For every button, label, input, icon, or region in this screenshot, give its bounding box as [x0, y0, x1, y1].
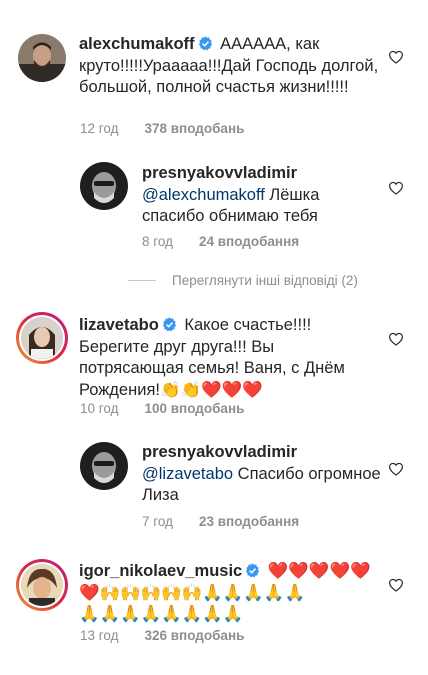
avatar-presnyakovvladimir[interactable] [80, 162, 128, 210]
comment-time: 13 год [80, 628, 119, 643]
comment-likes[interactable]: 100 вподобань [144, 401, 244, 416]
comment-meta: 10 год 100 вподобань [80, 401, 244, 416]
reply-mention[interactable]: @alexchumakoff [142, 186, 265, 204]
avatar-image [21, 564, 63, 606]
like-heart-icon[interactable] [388, 462, 404, 476]
like-heart-icon[interactable] [388, 332, 404, 346]
like-heart-icon[interactable] [388, 181, 404, 195]
comment-igor_nikolaev_music: igor_nikolaev_music ❤️❤️❤️❤️❤️ ❤️🙌🙌🙌🙌🙌🙏🙏… [79, 561, 389, 626]
avatar-image [21, 317, 63, 359]
comment-alexchumakoff: alexchumakoff АААААА, как круто!!!!!Ураа… [79, 34, 379, 99]
reply-username[interactable]: presnyakovvladimir [142, 443, 297, 461]
comment-username[interactable]: alexchumakoff [79, 35, 195, 53]
comment-emoji-line-1: ❤️❤️❤️❤️❤️ [267, 562, 371, 580]
divider-line [128, 280, 156, 281]
reply-meta: 8 год 24 вподобання [142, 234, 299, 249]
avatar-lizavetabo [21, 317, 63, 359]
comment-username[interactable]: lizavetabo [79, 316, 159, 334]
avatar-alexchumakoff[interactable] [18, 34, 66, 82]
avatar-image [80, 162, 128, 210]
reply-time: 8 год [142, 234, 173, 249]
view-more-replies[interactable]: Переглянути інші відповіді (2) [128, 273, 358, 288]
reply-presnyakovvladimir: presnyakovvladimir @alexchumakoff Лёшка … [142, 163, 382, 228]
verified-badge-icon [198, 36, 213, 51]
reply-username[interactable]: presnyakovvladimir [142, 164, 297, 182]
avatar-igor_nikolaev_music [21, 564, 63, 606]
reply-likes[interactable]: 24 вподобання [199, 234, 299, 249]
reply-time: 7 год [142, 514, 173, 529]
avatar-image [80, 442, 128, 490]
reply-presnyakovvladimir: presnyakovvladimir @lizavetabo Спасибо о… [142, 442, 382, 507]
like-heart-icon[interactable] [388, 578, 404, 592]
view-more-replies-label[interactable]: Переглянути інші відповіді (2) [172, 273, 358, 288]
comment-emoji-line-3: 🙏🙏🙏🙏🙏🙏🙏🙏 [79, 605, 244, 623]
comment-lizavetabo: lizavetabo Какое счастье!!!! Берегите др… [79, 315, 379, 401]
reply-meta: 7 год 23 вподобання [142, 514, 299, 529]
comment-time: 10 год [80, 401, 119, 416]
like-heart-icon[interactable] [388, 50, 404, 64]
comment-likes[interactable]: 378 вподобань [144, 121, 244, 136]
comment-emoji-line-2: ❤️🙌🙌🙌🙌🙌🙏🙏🙏🙏🙏 [79, 583, 305, 602]
comment-emoji: 👏👏❤️❤️❤️ [159, 380, 263, 399]
reply-mention[interactable]: @lizavetabo [142, 465, 233, 483]
comment-likes[interactable]: 326 вподобань [144, 628, 244, 643]
comment-meta: 12 год 378 вподобань [80, 121, 244, 136]
verified-badge-icon [162, 317, 177, 332]
avatar-story-ring[interactable] [16, 559, 68, 611]
avatar-presnyakovvladimir[interactable] [80, 442, 128, 490]
comment-meta: 13 год 326 вподобань [80, 628, 244, 643]
verified-badge-icon [245, 563, 260, 578]
comment-username[interactable]: igor_nikolaev_music [79, 562, 242, 580]
reply-likes[interactable]: 23 вподобання [199, 514, 299, 529]
avatar-story-ring[interactable] [16, 312, 68, 364]
comment-time: 12 год [80, 121, 119, 136]
avatar-image [18, 34, 66, 82]
